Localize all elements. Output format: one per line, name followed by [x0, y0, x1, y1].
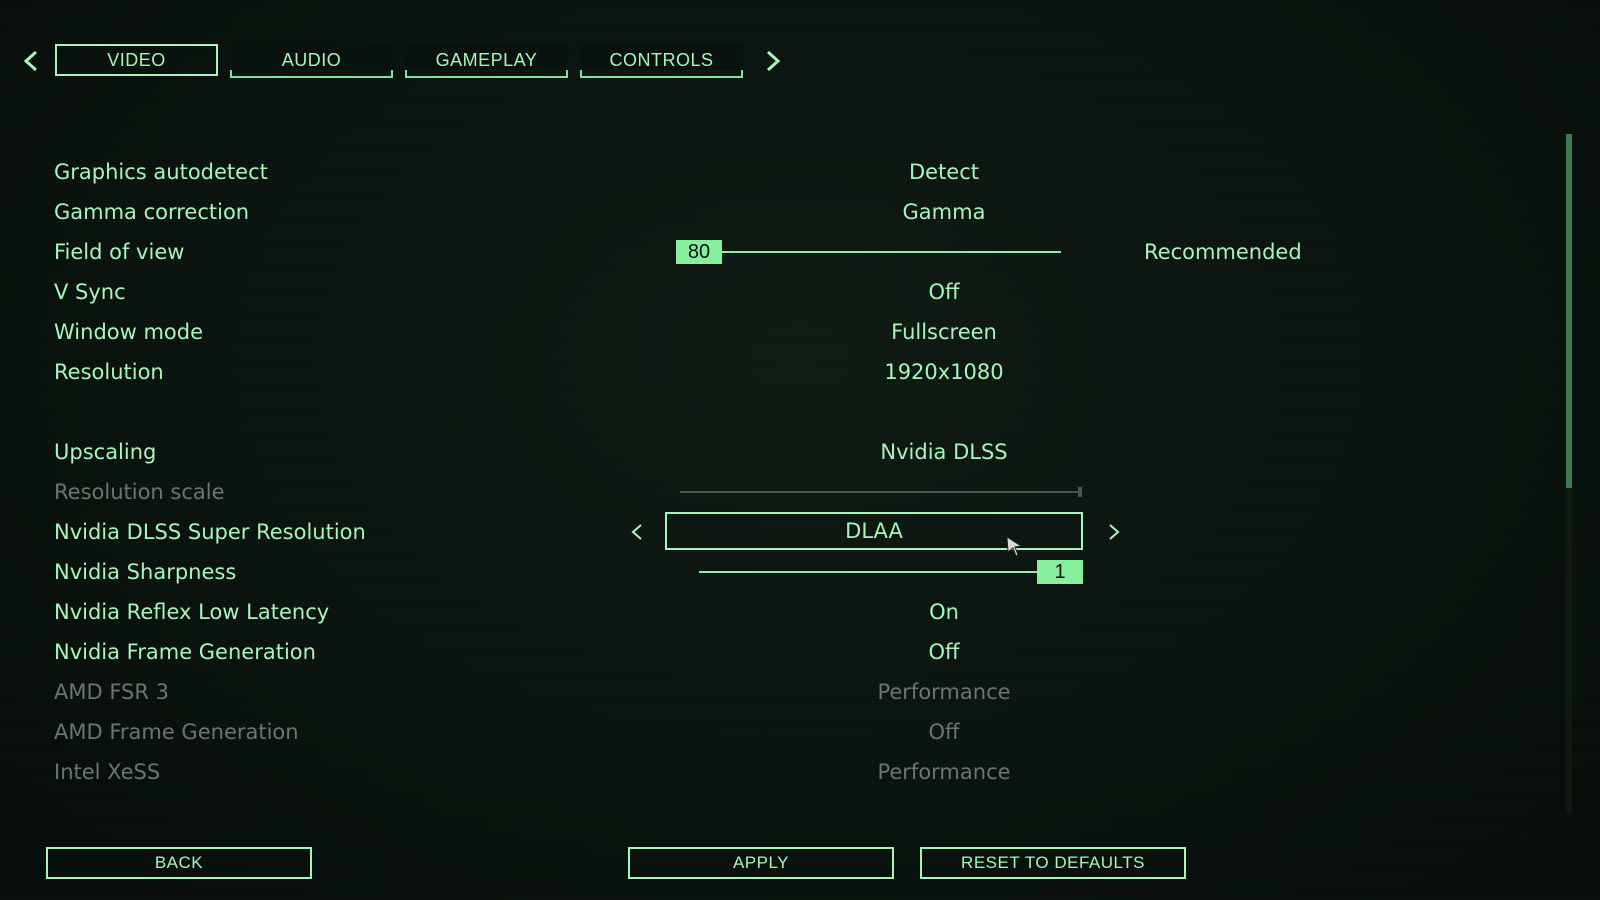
detect-button[interactable]: Detect — [824, 160, 1064, 184]
setting-upscaling[interactable]: Upscaling Nvidia DLSS — [54, 434, 1474, 470]
apply-button-label: APPLY — [732, 853, 790, 872]
sharpness-slider-thumb[interactable]: 1 — [1037, 560, 1083, 584]
setting-label: Resolution — [54, 360, 164, 384]
setting-label: Intel XeSS — [54, 760, 161, 784]
chevron-right-icon — [1109, 524, 1120, 540]
setting-nvidia-frame-generation[interactable]: Nvidia Frame Generation Off — [54, 634, 1474, 670]
chevron-left-icon — [631, 524, 642, 540]
setting-v-sync[interactable]: V Sync Off — [54, 274, 1474, 310]
setting-label: Nvidia Sharpness — [54, 560, 237, 584]
reset-button-label: RESET TO DEFAULTS — [961, 853, 1145, 872]
setting-value[interactable]: 1920x1080 — [824, 360, 1064, 384]
setting-label: AMD FSR 3 — [54, 680, 169, 704]
dlss-mode-value: DLAA — [845, 519, 903, 543]
tab-gameplay[interactable]: GAMEPLAY — [405, 44, 568, 78]
gamma-button[interactable]: Gamma — [824, 200, 1064, 224]
setting-label: AMD Frame Generation — [54, 720, 299, 744]
fov-slider-track[interactable] — [676, 251, 1061, 253]
resolution-scale-slider-track — [680, 491, 1080, 493]
setting-value[interactable]: Fullscreen — [824, 320, 1064, 344]
sharpness-slider-track[interactable] — [699, 571, 1079, 573]
tab-video[interactable]: VIDEO — [55, 44, 218, 76]
chevron-left-icon — [23, 50, 38, 72]
setting-label: Nvidia Frame Generation — [54, 640, 316, 664]
tab-controls[interactable]: CONTROLS — [580, 44, 743, 78]
apply-button[interactable]: APPLY — [628, 847, 894, 879]
setting-label: Graphics autodetect — [54, 160, 268, 184]
setting-label: V Sync — [54, 280, 126, 304]
tab-controls-label: CONTROLS — [609, 49, 714, 70]
setting-amd-fsr3: AMD FSR 3 Performance — [54, 674, 1474, 710]
tab-prev-button[interactable] — [18, 44, 44, 78]
setting-nvidia-reflex[interactable]: Nvidia Reflex Low Latency On — [54, 594, 1474, 630]
tab-video-label: VIDEO — [107, 49, 166, 70]
setting-resolution[interactable]: Resolution 1920x1080 — [54, 354, 1474, 390]
setting-graphics-autodetect[interactable]: Graphics autodetect Detect — [54, 154, 1474, 190]
setting-label: Nvidia DLSS Super Resolution — [54, 520, 366, 544]
setting-label: Field of view — [54, 240, 185, 264]
resolution-scale-slider-thumb — [1078, 487, 1082, 497]
setting-value[interactable]: Off — [824, 640, 1064, 664]
setting-label: Nvidia Reflex Low Latency — [54, 600, 330, 624]
chevron-right-icon — [766, 50, 781, 72]
tab-audio[interactable]: AUDIO — [230, 44, 393, 78]
setting-value: Performance — [877, 760, 1011, 784]
tab-gameplay-label: GAMEPLAY — [435, 49, 538, 70]
back-button[interactable]: BACK — [46, 847, 312, 879]
setting-dlss-super-resolution[interactable]: Nvidia DLSS Super Resolution DLAA — [54, 512, 1474, 550]
back-button-label: BACK — [154, 853, 204, 872]
tab-bar: VIDEO AUDIO GAMEPLAY CONTROLS — [18, 44, 798, 78]
tab-audio-label: AUDIO — [281, 49, 342, 70]
mouse-pointer-icon — [1006, 536, 1023, 557]
reset-to-defaults-button[interactable]: RESET TO DEFAULTS — [920, 847, 1186, 879]
fov-slider-thumb[interactable]: 80 — [676, 240, 722, 264]
setting-value: Performance — [877, 680, 1011, 704]
setting-label: Window mode — [54, 320, 204, 344]
dlss-next-button[interactable] — [1104, 520, 1124, 544]
scrollbar-thumb[interactable] — [1566, 134, 1572, 488]
setting-nvidia-sharpness[interactable]: Nvidia Sharpness 1 — [54, 554, 1474, 590]
setting-window-mode[interactable]: Window mode Fullscreen — [54, 314, 1474, 350]
dlss-prev-button[interactable] — [627, 520, 647, 544]
setting-value[interactable]: Off — [824, 280, 1064, 304]
setting-intel-xess: Intel XeSS Performance — [54, 754, 1474, 790]
setting-label: Gamma correction — [54, 200, 250, 224]
setting-amd-frame-generation: AMD Frame Generation Off — [54, 714, 1474, 750]
fov-recommended-button[interactable]: Recommended — [1144, 240, 1302, 264]
setting-value[interactable]: Nvidia DLSS — [824, 440, 1064, 464]
setting-gamma-correction[interactable]: Gamma correction Gamma — [54, 194, 1474, 230]
setting-label: Resolution scale — [54, 480, 225, 504]
setting-field-of-view[interactable]: Field of view 80 Recommended — [54, 234, 1474, 270]
setting-label: Upscaling — [54, 440, 157, 464]
setting-value: Off — [928, 720, 960, 744]
setting-value[interactable]: On — [824, 600, 1064, 624]
tab-next-button[interactable] — [760, 44, 786, 78]
setting-resolution-scale: Resolution scale — [54, 474, 1474, 510]
